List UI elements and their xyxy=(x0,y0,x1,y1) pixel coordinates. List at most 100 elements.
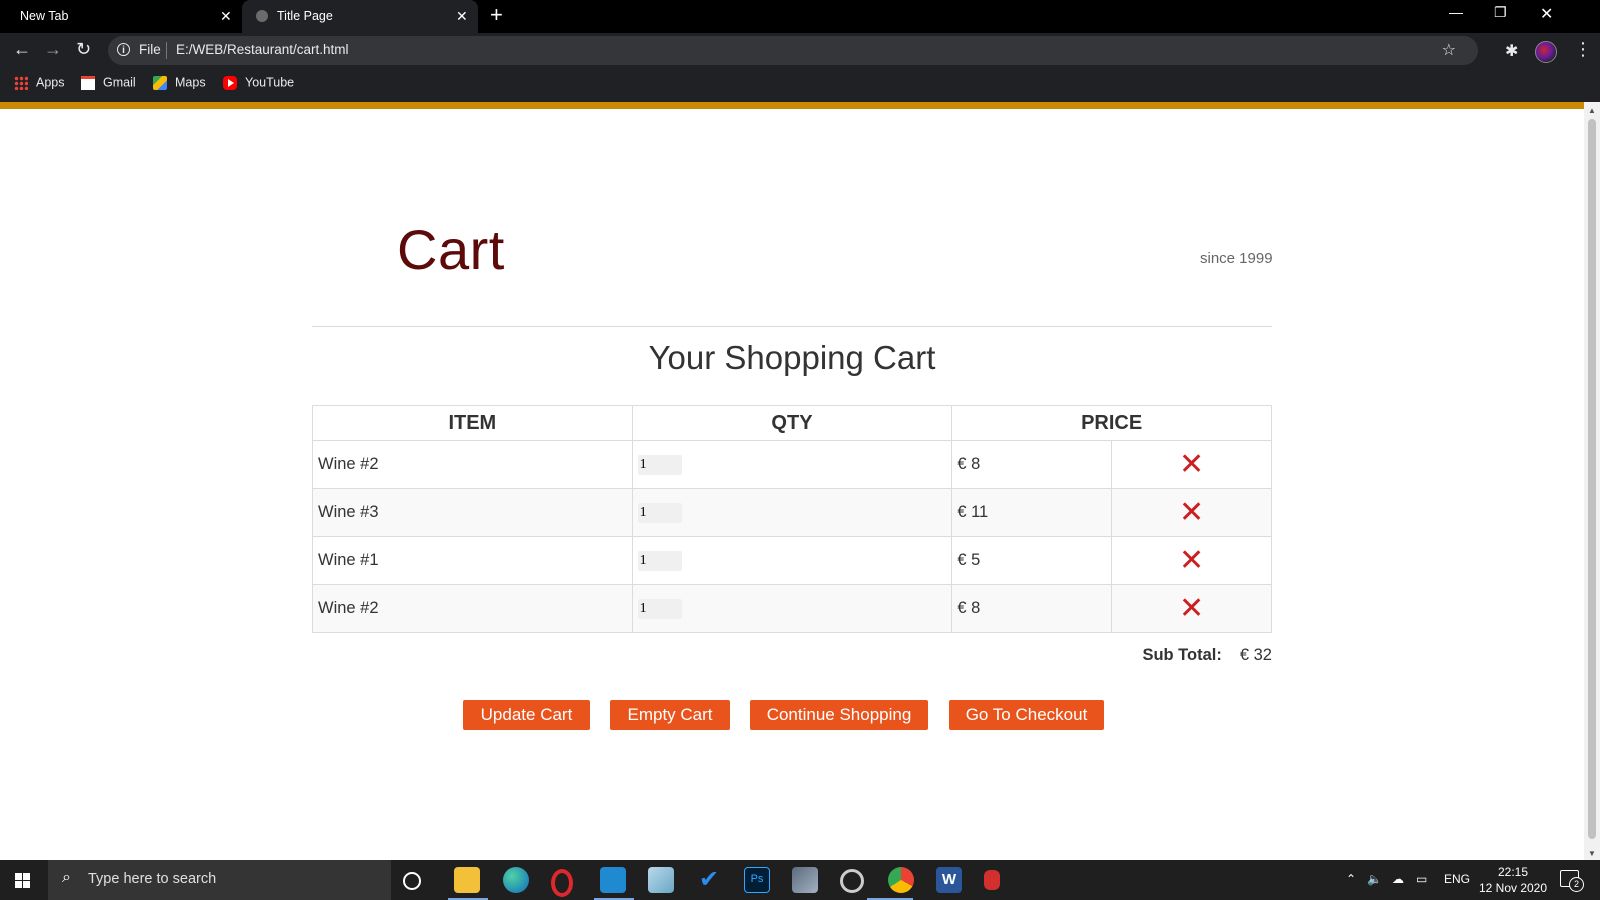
reload-icon[interactable]: ↻ xyxy=(76,39,91,60)
qty-input[interactable] xyxy=(637,551,682,571)
item-name: Wine #2 xyxy=(312,440,633,489)
windows-start-icon[interactable] xyxy=(15,873,30,888)
forward-arrow-icon[interactable]: → xyxy=(44,39,62,60)
cart-heading: Your Shopping Cart xyxy=(648,339,936,376)
subtotal-value: € 32 xyxy=(1239,646,1272,664)
item-price: € 5 xyxy=(951,536,1113,585)
volume-muted-icon[interactable]: 🔈 xyxy=(1367,872,1382,886)
column-header-qty: QTY xyxy=(631,405,953,441)
notification-center-icon[interactable]: 2 xyxy=(1560,870,1584,892)
browser-toolbar: ← → ↻ i File E:/WEB/Restaurant/cart.html… xyxy=(0,33,1600,69)
network-icon[interactable]: ▭ xyxy=(1416,872,1427,886)
photoshop-icon[interactable]: Ps xyxy=(744,867,770,893)
scroll-thumb[interactable] xyxy=(1588,119,1596,839)
column-header-price: PRICE xyxy=(951,405,1272,441)
tagline: since 1999 xyxy=(1200,250,1273,267)
table-row: Wine #2 € 8 ✕ xyxy=(312,584,1272,633)
onedrive-cloud-icon[interactable]: ☁ xyxy=(1392,872,1404,886)
header-accent-bar xyxy=(0,102,1600,109)
address-url[interactable]: E:/WEB/Restaurant/cart.html xyxy=(176,42,349,57)
info-icon[interactable]: i xyxy=(117,43,130,56)
address-scheme: File xyxy=(139,42,161,57)
recorder-app-icon[interactable] xyxy=(984,870,1000,890)
bookmark-gmail[interactable]: Gmail xyxy=(81,75,136,90)
todo-check-icon[interactable]: ✔ xyxy=(696,867,722,893)
vscode-icon[interactable] xyxy=(600,867,626,893)
address-bar[interactable]: i File E:/WEB/Restaurant/cart.html ☆ xyxy=(108,36,1478,65)
opera-icon[interactable] xyxy=(551,869,573,897)
new-tab-icon[interactable]: + xyxy=(490,4,503,26)
page-content: Cart since 1999 Your Shopping Cart ITEM … xyxy=(0,109,1584,860)
language-indicator[interactable]: ENG xyxy=(1444,872,1470,886)
file-explorer-icon[interactable] xyxy=(454,867,480,893)
tab-close-icon[interactable]: ✕ xyxy=(220,8,232,25)
cart-table: ITEM QTY PRICE Wine #2 € 8 ✕ Wine #3 € 1… xyxy=(312,405,1272,633)
bookmark-maps[interactable]: Maps xyxy=(153,75,206,90)
tab-title: Title Page xyxy=(277,9,333,23)
globe-icon xyxy=(256,10,268,22)
table-header-row: ITEM QTY PRICE xyxy=(312,405,1272,441)
item-name: Wine #1 xyxy=(312,536,633,585)
search-icon: ⌕ xyxy=(62,869,71,886)
bookmark-apps[interactable]: Apps xyxy=(14,75,65,90)
tab-title-page[interactable]: Title Page ✕ xyxy=(242,0,478,33)
tab-title: New Tab xyxy=(20,9,69,23)
search-placeholder: Type here to search xyxy=(88,871,217,887)
scroll-down-icon[interactable]: ▼ xyxy=(1588,849,1596,858)
remove-item-icon[interactable]: ✕ xyxy=(1179,496,1204,529)
cortana-icon[interactable] xyxy=(403,872,421,890)
restore-icon[interactable]: ❐ xyxy=(1494,4,1507,21)
bookmark-youtube[interactable]: YouTube xyxy=(223,75,294,90)
tab-close-icon[interactable]: ✕ xyxy=(456,8,468,25)
subtotal: Sub Total: € 32 xyxy=(1000,646,1272,665)
youtube-icon xyxy=(223,75,237,90)
qty-input[interactable] xyxy=(637,599,682,619)
windows-taskbar: ⌕ Type here to search ✔ Ps W ⌃ 🔈 ☁ ▭ ENG… xyxy=(0,860,1600,900)
tray-chevron-up-icon[interactable]: ⌃ xyxy=(1346,872,1356,886)
minimize-icon[interactable]: — xyxy=(1449,4,1463,20)
continue-shopping-button[interactable]: Continue Shopping xyxy=(750,700,928,730)
edge-icon[interactable] xyxy=(503,867,529,893)
remove-item-icon[interactable]: ✕ xyxy=(1179,544,1204,577)
extensions-puzzle-icon[interactable]: ✱ xyxy=(1505,41,1518,61)
remove-item-icon[interactable]: ✕ xyxy=(1179,448,1204,481)
item-price: € 8 xyxy=(951,440,1113,489)
word-icon[interactable]: W xyxy=(936,867,962,893)
system-clock[interactable]: 22:15 12 Nov 2020 xyxy=(1478,864,1548,896)
clock-date: 12 Nov 2020 xyxy=(1478,881,1548,895)
qty-input[interactable] xyxy=(637,455,682,475)
chrome-icon[interactable] xyxy=(888,867,914,893)
scroll-up-icon[interactable]: ▲ xyxy=(1588,106,1596,115)
qty-input[interactable] xyxy=(637,503,682,523)
disc-app-icon[interactable] xyxy=(840,869,864,893)
media-app-icon[interactable] xyxy=(792,867,818,893)
notification-count: 2 xyxy=(1569,877,1584,892)
table-row: Wine #2 € 8 ✕ xyxy=(312,440,1272,489)
item-price: € 11 xyxy=(951,488,1113,537)
header-divider xyxy=(312,326,1272,327)
menu-dots-icon[interactable]: ⋮ xyxy=(1574,39,1592,60)
page-title: Cart xyxy=(397,218,505,281)
checkout-button[interactable]: Go To Checkout xyxy=(949,700,1104,730)
item-name: Wine #2 xyxy=(312,584,633,633)
column-header-item: ITEM xyxy=(312,405,633,441)
table-row: Wine #1 € 5 ✕ xyxy=(312,536,1272,585)
back-arrow-icon[interactable]: ← xyxy=(13,39,31,60)
window-close-icon[interactable]: ✕ xyxy=(1540,4,1553,24)
vertical-scrollbar[interactable]: ▲ ▼ xyxy=(1584,102,1600,860)
item-name: Wine #3 xyxy=(312,488,633,537)
item-price: € 8 xyxy=(951,584,1113,633)
browser-tab-strip: New Tab ✕ Title Page ✕ + — ❐ ✕ xyxy=(0,0,1600,33)
empty-cart-button[interactable]: Empty Cart xyxy=(610,700,730,730)
maps-icon xyxy=(153,75,167,90)
notepad-app-icon[interactable] xyxy=(648,867,674,893)
remove-item-icon[interactable]: ✕ xyxy=(1179,592,1204,625)
table-row: Wine #3 € 11 ✕ xyxy=(312,488,1272,537)
tab-new-tab[interactable]: New Tab ✕ xyxy=(0,0,242,33)
profile-avatar[interactable] xyxy=(1535,41,1557,63)
clock-time: 22:15 xyxy=(1497,865,1529,879)
apps-grid-icon xyxy=(14,75,28,90)
bookmark-star-icon[interactable]: ☆ xyxy=(1442,40,1456,60)
update-cart-button[interactable]: Update Cart xyxy=(463,700,590,730)
taskbar-search[interactable]: ⌕ Type here to search xyxy=(48,860,391,900)
